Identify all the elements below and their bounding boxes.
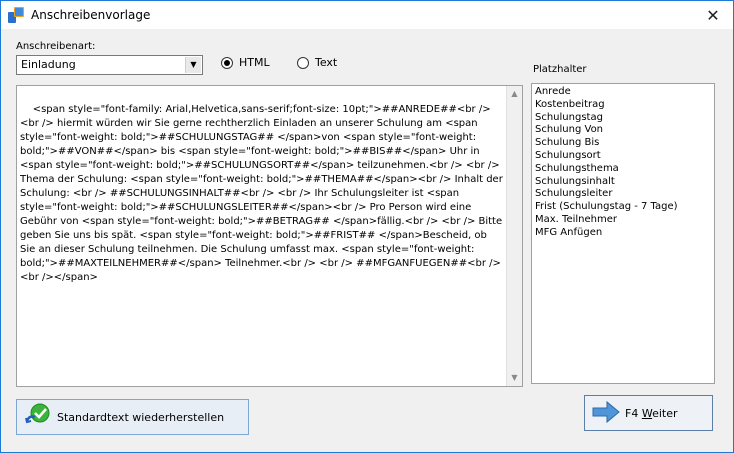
restore-default-label: Standardtext wiederherstellen: [57, 410, 225, 424]
window-title: Anschreibenvorlage: [31, 8, 151, 22]
close-button[interactable]: ✕: [693, 1, 733, 29]
restore-default-button[interactable]: Standardtext wiederherstellen: [16, 399, 249, 435]
template-editor[interactable]: <span style="font-family: Arial,Helvetic…: [16, 85, 523, 387]
placeholder-item[interactable]: Schulungsinhalt: [535, 176, 711, 189]
placeholder-item[interactable]: Frist (Schulungstag - 7 Tage): [535, 201, 711, 214]
placeholder-item[interactable]: Max. Teilnehmer: [535, 214, 711, 227]
placeholder-item[interactable]: Anrede: [535, 86, 711, 99]
placeholder-label: Platzhalter: [533, 64, 587, 75]
editor-scrollbar[interactable]: ▲ ▼: [506, 86, 522, 386]
title-bar: Anschreibenvorlage ✕: [1, 1, 733, 29]
next-label: F4 Weiter: [625, 406, 678, 420]
radio-text[interactable]: Text: [297, 56, 337, 69]
arrow-right-icon: [591, 400, 621, 427]
scroll-up-icon[interactable]: ▲: [507, 86, 522, 102]
radio-html-indicator[interactable]: [221, 56, 233, 69]
placeholder-item[interactable]: Schulungsleiter: [535, 188, 711, 201]
radio-html-label: HTML: [239, 56, 270, 69]
radio-html[interactable]: HTML: [221, 56, 270, 69]
template-text[interactable]: <span style="font-family: Arial,Helvetic…: [20, 104, 506, 283]
next-button[interactable]: F4 Weiter: [584, 395, 713, 431]
placeholder-item[interactable]: Schulung Bis: [535, 137, 711, 150]
placeholder-item[interactable]: Schulungstag: [535, 112, 711, 125]
chevron-down-icon[interactable]: ▼: [185, 57, 201, 73]
placeholder-item[interactable]: Schulung Von: [535, 124, 711, 137]
checkmark-undo-icon: [23, 401, 53, 434]
close-icon: ✕: [706, 5, 720, 25]
placeholder-item[interactable]: Schulungsthema: [535, 163, 711, 176]
placeholder-item[interactable]: Schulungsort: [535, 150, 711, 163]
radio-text-indicator[interactable]: [297, 56, 309, 69]
placeholder-item[interactable]: Kostenbeitrag: [535, 99, 711, 112]
app-icon: [7, 6, 25, 24]
scroll-down-icon[interactable]: ▼: [507, 370, 522, 386]
dialog-window: Anschreibenvorlage ✕ Anschreibenart: Ein…: [0, 0, 734, 453]
placeholder-list[interactable]: Anrede Kostenbeitrag Schulungstag Schulu…: [531, 83, 715, 384]
radio-text-label: Text: [315, 56, 338, 69]
placeholder-item[interactable]: MFG Anfügen: [535, 227, 711, 240]
type-select-value: Einladung: [21, 58, 76, 71]
type-label: Anschreibenart:: [16, 41, 96, 52]
type-select[interactable]: Einladung ▼: [16, 55, 203, 75]
